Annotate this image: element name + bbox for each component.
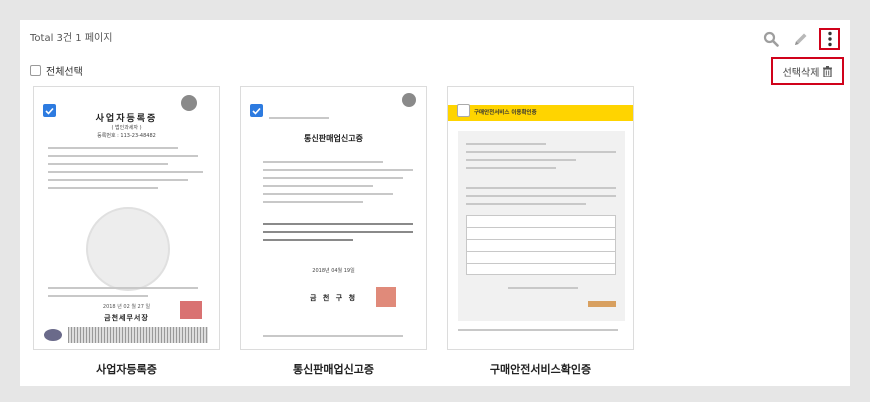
doc-text-line — [458, 329, 618, 331]
document-title[interactable]: 구매안전서비스확인증 — [447, 361, 634, 377]
doc-text-line — [508, 287, 578, 289]
doc-text-line — [263, 239, 353, 241]
search-icon — [763, 31, 779, 47]
board-panel: Total 3건 1 페이지 전체선택 선택삭제 사업자등록증 (법인과세자 … — [20, 20, 850, 386]
search-button[interactable] — [759, 27, 783, 51]
doc-text-line — [466, 203, 586, 205]
check-icon — [252, 107, 261, 115]
doc-text-line — [263, 193, 393, 195]
doc-text-line — [263, 177, 403, 179]
document-number: 등록번호 : 113-23-48482 — [97, 133, 156, 139]
doc-text-line — [263, 223, 413, 225]
document-card[interactable]: 통신판매업신고증 2018년 04월 19일 금 천 구 청 통신판매업신고증 — [240, 86, 427, 377]
edit-button[interactable] — [789, 27, 813, 51]
issue-date: 2018년 04월 19일 — [312, 268, 355, 274]
total-count: Total 3건 1 페이지 — [30, 33, 113, 44]
doc-text-line — [466, 167, 556, 169]
doc-text-line — [48, 171, 203, 173]
document-checkbox-checked[interactable] — [43, 104, 56, 117]
document-card[interactable]: 구매안전서비스 이용확인증 구매안전서비스확인증 — [447, 86, 634, 377]
trash-icon — [823, 65, 833, 77]
official-stamp — [376, 287, 396, 307]
more-vertical-icon — [827, 31, 832, 47]
doc-text-line — [263, 231, 413, 233]
toolbar — [759, 27, 840, 51]
document-heading: 통신판매업신고증 — [304, 134, 363, 143]
document-card[interactable]: 사업자등록증 ( 법인과세자 ) 등록번호 : 113-23-48482 201… — [33, 86, 220, 377]
document-title[interactable]: 통신판매업신고증 — [240, 361, 427, 377]
doc-text-line — [466, 159, 576, 161]
document-heading: 구매안전서비스 이용확인증 — [474, 110, 537, 116]
doc-text-line — [48, 163, 168, 165]
doc-text-line — [263, 201, 363, 203]
select-all-checkbox[interactable] — [30, 65, 41, 76]
check-icon — [45, 107, 54, 115]
document-checkbox-checked[interactable] — [250, 104, 263, 117]
document-thumbnail[interactable]: 구매안전서비스 이용확인증 — [447, 86, 634, 350]
doc-text-line — [269, 117, 329, 119]
document-checkbox-unchecked[interactable] — [457, 104, 470, 117]
select-all-control[interactable]: 전체선택 — [30, 63, 83, 78]
doc-text-line — [48, 155, 198, 157]
doc-text-line — [466, 187, 616, 189]
doc-text-line — [48, 287, 198, 289]
doc-text-line — [466, 195, 616, 197]
delete-selected-button[interactable]: 선택삭제 — [771, 57, 844, 85]
pencil-icon — [795, 33, 807, 45]
document-thumbnail[interactable]: 사업자등록증 ( 법인과세자 ) 등록번호 : 113-23-48482 201… — [33, 86, 220, 350]
national-emblem-icon — [181, 95, 197, 111]
issuer-name: 금천세무서장 — [104, 314, 149, 322]
nts-logo — [44, 329, 62, 341]
document-thumbnail[interactable]: 통신판매업신고증 2018년 04월 19일 금 천 구 청 — [240, 86, 427, 350]
doc-text-line — [48, 179, 188, 181]
document-title[interactable]: 사업자등록증 — [33, 361, 220, 377]
watermark-seal — [86, 207, 170, 291]
barcode-strip — [68, 327, 208, 343]
doc-text-line — [263, 161, 383, 163]
doc-text-line — [48, 295, 148, 297]
doc-text-line — [466, 143, 546, 145]
more-options-button[interactable] — [819, 28, 840, 50]
select-all-label: 전체선택 — [46, 67, 83, 78]
document-subheading: ( 법인과세자 ) — [111, 125, 142, 131]
issuer-name: 금 천 구 청 — [309, 294, 358, 302]
national-emblem-icon — [402, 93, 416, 107]
company-logo — [588, 301, 616, 307]
doc-text-line — [263, 169, 413, 171]
delete-selected-label: 선택삭제 — [782, 67, 820, 79]
doc-text-line — [48, 187, 158, 189]
doc-text-line — [263, 185, 373, 187]
doc-text-line — [263, 335, 403, 337]
doc-text-line — [466, 151, 616, 153]
document-heading: 사업자등록증 — [95, 114, 158, 124]
doc-text-line — [48, 147, 178, 149]
info-table — [466, 215, 616, 275]
